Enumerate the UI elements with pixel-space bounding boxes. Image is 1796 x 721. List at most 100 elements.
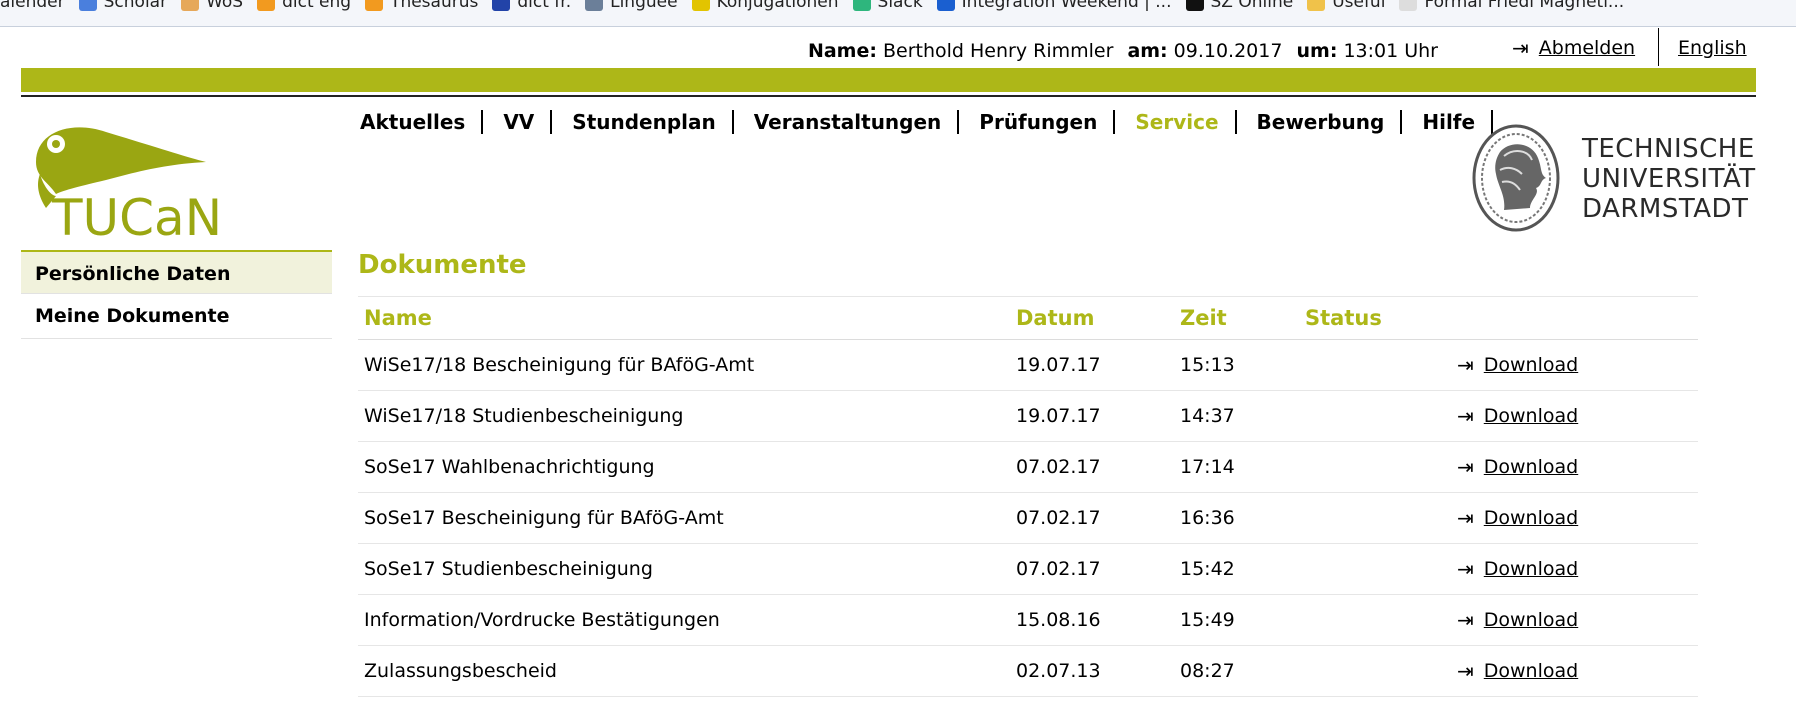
document-name: WiSe17/18 Studienbescheinigung [358,390,1010,442]
bookmark-item[interactable]: Thesaurus [365,0,478,11]
document-action: ⇥ Download [1451,594,1698,646]
download-link[interactable]: Download [1484,558,1578,580]
bookmark-item[interactable]: Konjugationen [691,0,839,11]
wos-icon [181,0,200,11]
document-date: 19.07.17 [1010,339,1174,391]
download-button[interactable]: ⇥ Download [1457,608,1692,632]
tucan-bird-icon: TUCaN [36,127,222,247]
download-button[interactable]: ⇥ Download [1457,353,1692,377]
university-line3: DARMSTADT [1582,194,1749,224]
download-arrow-icon: ⇥ [1457,506,1474,530]
tu-darmstadt-logo[interactable]: TECHNISCHE UNIVERSITÄT DARMSTADT [1470,122,1770,234]
konjugationen-icon [691,0,710,11]
download-arrow-icon: ⇥ [1457,404,1474,428]
divider [1658,28,1659,66]
athena-seal-icon [1472,124,1560,232]
document-date: 07.02.17 [1010,441,1174,493]
download-arrow-icon: ⇥ [1457,353,1474,377]
download-link[interactable]: Download [1484,507,1578,529]
document-date: 02.07.13 [1010,645,1174,697]
document-time: 15:13 [1174,339,1299,391]
document-status [1299,645,1451,697]
document-time: 08:27 [1174,645,1299,697]
bookmark-label: Formal Friedl Magnetl... [1424,0,1625,12]
nav-item-aktuelles[interactable]: Aktuelles [360,110,484,134]
document-name: SoSe17 Wahlbenachrichtigung [358,441,1010,493]
document-action: ⇥ Download [1451,543,1698,595]
bookmark-item[interactable]: SZ Online [1185,0,1293,11]
bookmark-label: Linguee [610,0,678,12]
tucan-logo[interactable]: TUCaN [26,122,246,247]
time-label: um: [1296,40,1338,62]
bookmark-item[interactable]: Formal Friedl Magnetl... [1399,0,1624,11]
download-link[interactable]: Download [1484,354,1578,376]
bookmark-label: dict fr. [517,0,572,12]
documents-panel: Dokumente Name Datum Zeit Status WiSe17/… [358,250,1698,697]
bookmarks-bar: alender Scholar WoS dict eng Thesaurus dict f… [0,0,1796,27]
scholar-icon [78,0,97,11]
document-status [1299,543,1451,595]
bookmark-label: Thesaurus [390,0,479,12]
document-date: 19.07.17 [1010,390,1174,442]
nav-item-veranstaltungen[interactable]: Veranstaltungen [754,110,960,134]
download-link[interactable]: Download [1484,609,1578,631]
bookmark-item[interactable]: Scholar [78,0,167,11]
table-row: SoSe17 Bescheinigung für BAföG-Amt 07.02.… [358,492,1698,544]
bookmark-item[interactable]: dict fr. [492,0,571,11]
document-action: ⇥ Download [1451,339,1698,391]
bookmark-item[interactable]: alender [0,0,65,11]
download-link[interactable]: Download [1484,456,1578,478]
language-switch[interactable]: English [1678,37,1747,59]
download-button[interactable]: ⇥ Download [1457,404,1692,428]
table-row: Information/Vordrucke Bestätigungen 15.08… [358,594,1698,646]
bookmark-label: dict eng [282,0,352,12]
bookmark-item[interactable]: Slack [852,0,923,11]
sidebar-item-pers-nliche-daten[interactable]: Persönliche Daten [21,250,332,294]
document-status [1299,339,1451,391]
column-header-action [1451,297,1698,340]
download-button[interactable]: ⇥ Download [1457,506,1692,530]
sidebar-item-meine-dokumente[interactable]: Meine Dokumente [21,294,332,339]
document-date: 07.02.17 [1010,492,1174,544]
column-header-status: Status [1299,297,1451,340]
nav-item-stundenplan[interactable]: Stundenplan [572,110,734,134]
download-button[interactable]: ⇥ Download [1457,659,1692,683]
document-time: 15:42 [1174,543,1299,595]
user-bar: Name: Berthold Henry Rimmler am: 09.10.201… [0,28,1760,66]
divider-line [21,95,1756,97]
bookmark-label: Useful [1332,0,1386,12]
slack-icon [852,0,871,11]
logout-arrow-icon: ⇥ [1512,36,1529,60]
table-row: WiSe17/18 Studienbescheinigung 19.07.17 14… [358,390,1698,442]
nav-item-service[interactable]: Service [1135,110,1237,134]
document-status [1299,441,1451,493]
download-button[interactable]: ⇥ Download [1457,557,1692,581]
bookmark-item[interactable]: dict eng [257,0,351,11]
nav-item-bewerbung[interactable]: Bewerbung [1257,110,1403,134]
session-date: 09.10.2017 [1173,40,1283,62]
logout-link[interactable]: ⇥ Abmelden [1512,36,1635,60]
session-time: 13:01 Uhr [1343,40,1438,62]
nav-item-vv[interactable]: VV [503,110,553,134]
logout-label[interactable]: Abmelden [1539,37,1635,59]
bookmark-item[interactable]: Integration Weekend | ... [936,0,1172,11]
download-arrow-icon: ⇥ [1457,659,1474,683]
download-button[interactable]: ⇥ Download [1457,455,1692,479]
download-link[interactable]: Download [1484,660,1578,682]
accent-bar [21,68,1756,92]
document-name: Information/Vordrucke Bestätigungen [358,594,1010,646]
documents-table: Name Datum Zeit Status WiSe17/18 Beschei… [358,297,1698,697]
linguee-icon [585,0,604,11]
bookmark-label: alender [0,0,65,12]
document-action: ⇥ Download [1451,441,1698,493]
page-icon [1399,0,1418,11]
user-name: Berthold Henry Rimmler [882,40,1114,62]
bookmark-item[interactable]: Useful [1307,0,1385,11]
nav-item-pr-fungen[interactable]: Prüfungen [979,110,1116,134]
download-arrow-icon: ⇥ [1457,608,1474,632]
table-row: Zulassungsbescheid 02.07.13 08:27 ⇥ Download [358,645,1698,697]
download-link[interactable]: Download [1484,405,1578,427]
bookmark-item[interactable]: WoS [181,0,243,11]
bookmark-item[interactable]: Linguee [585,0,678,12]
document-date: 15.08.16 [1010,594,1174,646]
